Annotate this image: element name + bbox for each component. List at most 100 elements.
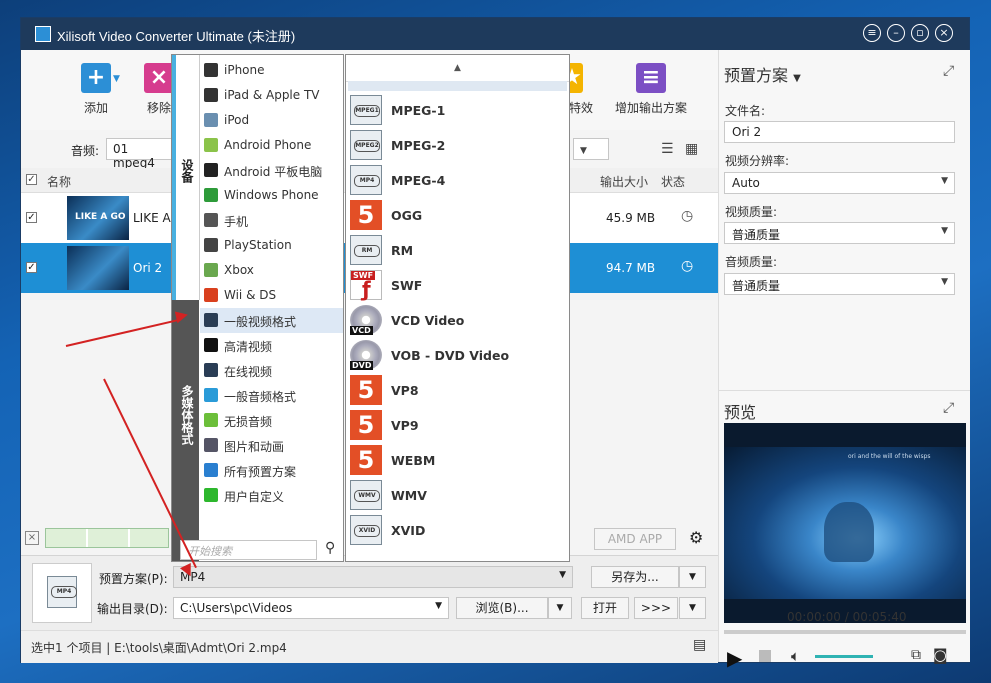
save-as-button[interactable]: 另存为... xyxy=(591,566,679,588)
menu-item-xbox[interactable]: Xbox xyxy=(200,258,343,283)
scroll-up-button[interactable]: ▲ xyxy=(346,55,569,82)
filename-input[interactable]: Ori 2 xyxy=(724,121,955,143)
format-item-ogg[interactable]: 5 OGG xyxy=(346,198,569,233)
expand-icon[interactable]: ⤢ xyxy=(943,400,954,416)
browse-button[interactable]: 浏览(B)... xyxy=(456,597,548,619)
volume-slider[interactable] xyxy=(815,655,873,658)
profile-select[interactable]: MP4 ▼ xyxy=(173,566,573,588)
menu-item-play-triangle[interactable]: 所有预置方案 xyxy=(200,458,343,483)
format-label: VP9 xyxy=(391,418,419,433)
format-item-vob-dvd-video[interactable]: DVD VOB - DVD Video xyxy=(346,338,569,373)
tab-multimedia-formats[interactable]: 多媒体格式 xyxy=(172,300,199,561)
format-item-webm[interactable]: 5 WEBM xyxy=(346,443,569,478)
format-item-mpeg-2[interactable]: MPEG2 MPEG-2 xyxy=(346,128,569,163)
menu-item-music-note[interactable]: 一般音频格式 xyxy=(200,383,343,408)
menu-item-playstation[interactable]: PlayStation xyxy=(200,233,343,258)
add-button[interactable]: + 添加 xyxy=(71,63,121,116)
menu-item-iphone[interactable]: iPhone xyxy=(200,58,343,83)
clock-icon: ◷ xyxy=(681,208,694,224)
menu-item-android[interactable]: Android Phone xyxy=(200,133,343,158)
audio-quality-select[interactable]: 普通质量 ▼ xyxy=(724,273,955,295)
select-all-checkbox[interactable]: ✓ xyxy=(26,174,37,185)
row-checkbox[interactable]: ✓ xyxy=(26,212,37,223)
menu-item-label: Android Phone xyxy=(224,138,312,152)
column-status[interactable]: 状态 xyxy=(661,173,685,190)
minimize-icon[interactable]: – xyxy=(887,24,905,42)
camera-icon[interactable]: ◙ xyxy=(933,646,948,664)
play-icon[interactable]: ▶ xyxy=(727,646,742,670)
close-icon[interactable]: × xyxy=(935,24,953,42)
format-item-vp8[interactable]: 5 VP8 xyxy=(346,373,569,408)
menu-item-label: Xbox xyxy=(224,263,254,277)
menu-item-hd[interactable]: 高清视频 xyxy=(200,333,343,358)
menu-item-ipad[interactable]: iPad & Apple TV xyxy=(200,83,343,108)
menu-icon[interactable]: ≡ xyxy=(863,24,881,42)
amd-app-button[interactable]: AMD APP xyxy=(594,528,676,550)
search-icon[interactable]: ⚲ xyxy=(325,540,335,556)
menu-item-label: iPhone xyxy=(224,63,265,77)
format-label: MPEG-4 xyxy=(391,173,446,188)
row-checkbox[interactable]: ✓ xyxy=(26,262,37,273)
format-item-swf[interactable]: SWF ƒ SWF xyxy=(346,268,569,303)
video-preview[interactable]: ori and the will of the wisps xyxy=(724,423,966,623)
menu-item-label: 一般音频格式 xyxy=(224,390,297,404)
restore-icon[interactable]: ▫ xyxy=(911,24,929,42)
add-output-profile-button[interactable]: ≡ 增加输出方案 xyxy=(611,63,691,116)
log-icon[interactable]: ▤ xyxy=(693,637,706,653)
volume-icon[interactable]: 🔈︎ xyxy=(791,647,800,665)
format-item-vp9[interactable]: 5 VP9 xyxy=(346,408,569,443)
grid-view-icon[interactable]: ▦ xyxy=(685,141,698,157)
film-tag: MPEG1 xyxy=(354,105,380,117)
menu-item-mobile-phone[interactable]: 手机 xyxy=(200,208,343,233)
format-item-vcd-video[interactable]: VCD VCD Video xyxy=(346,303,569,338)
close-monitor-icon[interactable]: × xyxy=(25,531,39,545)
resolution-value: Auto xyxy=(732,176,760,190)
resolution-select[interactable]: Auto ▼ xyxy=(724,172,955,194)
column-output-size[interactable]: 输出大小 xyxy=(600,173,648,190)
expand-icon[interactable]: ⤢ xyxy=(943,63,954,79)
add-dropdown-icon[interactable]: ▼ xyxy=(113,74,120,84)
output-dir-label: 输出目录(D): xyxy=(97,602,168,616)
menu-item-android-tablet[interactable]: Android 平板电脑 xyxy=(200,158,343,183)
browse-dropdown[interactable]: ▼ xyxy=(548,597,572,619)
save-as-dropdown[interactable]: ▼ xyxy=(679,566,706,588)
convert-button[interactable]: >>> xyxy=(634,597,678,619)
preset-panel-title[interactable]: 预置方案 ▼ xyxy=(724,62,801,86)
tab-devices[interactable]: 设备 xyxy=(172,55,200,300)
open-folder-button[interactable]: 打开 xyxy=(581,597,629,619)
menu-item-wii-ds[interactable]: Wii & DS xyxy=(200,283,343,308)
video-quality-select[interactable]: 普通质量 ▼ xyxy=(724,222,955,244)
column-name[interactable]: 名称 xyxy=(47,173,71,190)
format-item-xvid[interactable]: XVID XVID xyxy=(346,513,569,548)
menu-item-label: 图片和动画 xyxy=(224,440,285,454)
chevron-down-icon: ▼ xyxy=(941,226,948,236)
output-dir-select[interactable]: C:\Users\pc\Videos ▼ xyxy=(173,597,449,619)
format-item-rm[interactable]: RM RM xyxy=(346,233,569,268)
menu-item-ipod[interactable]: iPod xyxy=(200,108,343,133)
android-icon xyxy=(204,138,218,152)
audio-quality-value: 普通质量 xyxy=(732,279,781,293)
subtitle-select[interactable]: ▼ xyxy=(573,138,609,160)
menu-item-user-defined[interactable]: 用户自定义 xyxy=(200,483,343,508)
format-item-wmv[interactable]: WMV WMV xyxy=(346,478,569,513)
add-label: 添加 xyxy=(83,101,108,115)
search-input[interactable]: 开始搜索 xyxy=(180,540,317,560)
settings-gear-icon[interactable]: ⚙ xyxy=(689,528,703,547)
snapshot-icon[interactable]: ⧉ xyxy=(911,647,921,663)
list-view-icon[interactable]: ☰ xyxy=(661,141,674,157)
cpu-graph xyxy=(45,528,169,548)
format-label: SWF xyxy=(391,278,423,293)
seek-bar[interactable] xyxy=(724,630,966,634)
format-item-mpeg-4[interactable]: MP4 MPEG-4 xyxy=(346,163,569,198)
filename-label: 文件名: xyxy=(725,104,766,118)
menu-item-film[interactable]: 一般视频格式 xyxy=(200,308,343,333)
audio-track-select[interactable]: 01 mpeg4 xyxy=(106,138,176,170)
menu-item-picture[interactable]: 图片和动画 xyxy=(200,433,343,458)
row-name: LIKE A xyxy=(133,211,171,225)
convert-dropdown[interactable]: ▼ xyxy=(679,597,706,619)
menu-item-lossless-audio[interactable]: 无损音频 xyxy=(200,408,343,433)
stop-icon[interactable] xyxy=(759,650,771,662)
menu-item-windows-phone[interactable]: Windows Phone xyxy=(200,183,343,208)
format-item-mpeg-1[interactable]: MPEG1 MPEG-1 xyxy=(346,93,569,128)
menu-item-online-video[interactable]: 在线视频 xyxy=(200,358,343,383)
